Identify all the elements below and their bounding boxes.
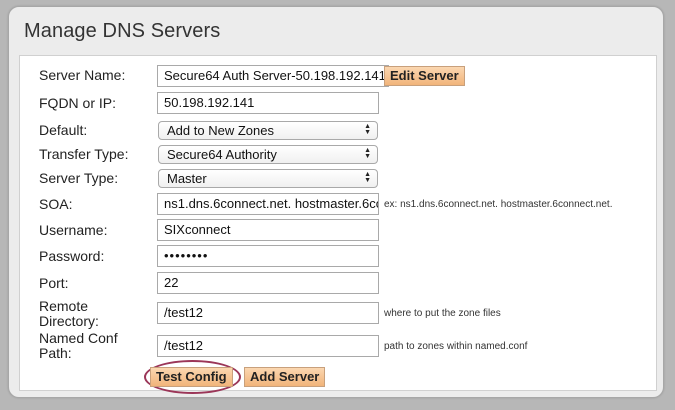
named-conf-path-label-line1: Named Conf <box>39 330 118 346</box>
select-arrows-icon: ▲ ▼ <box>364 171 371 184</box>
soa-label: SOA: <box>39 196 73 212</box>
fqdn-label: FQDN or IP: <box>39 95 117 111</box>
manage-dns-panel: Manage DNS Servers Server Name: Secure64… <box>8 6 664 398</box>
transfer-type-select[interactable]: Secure64 Authority ▲ ▼ <box>158 145 378 164</box>
server-type-selected-value: Master <box>167 171 207 186</box>
password-input[interactable]: •••••••• <box>157 245 379 267</box>
select-arrows-icon: ▲ ▼ <box>364 123 371 136</box>
server-name-label: Server Name: <box>39 67 126 83</box>
transfer-type-selected-value: Secure64 Authority <box>167 147 277 162</box>
server-type-select[interactable]: Master ▲ ▼ <box>158 169 378 188</box>
port-input[interactable]: 22 <box>157 272 379 294</box>
default-select[interactable]: Add to New Zones ▲ ▼ <box>158 121 378 140</box>
port-label: Port: <box>39 275 69 291</box>
named-conf-path-hint: path to zones within named.conf <box>384 341 528 352</box>
server-type-label: Server Type: <box>39 170 119 186</box>
remote-directory-label-line1: Remote <box>39 298 89 314</box>
remote-directory-label-line2: Directory: <box>39 313 99 329</box>
named-conf-path-label: Named Conf Path: <box>39 331 118 361</box>
transfer-type-label: Transfer Type: <box>39 146 129 162</box>
remote-directory-label: Remote Directory: <box>39 299 99 329</box>
dns-server-form: Server Name: Secure64 Auth Server-50.198… <box>19 55 657 394</box>
soa-input[interactable]: ns1.dns.6connect.net. hostmaster.6connec… <box>157 193 379 215</box>
username-input[interactable]: SIXconnect <box>157 219 379 241</box>
select-arrows-icon: ▲ ▼ <box>364 147 371 160</box>
default-label: Default: <box>39 122 88 138</box>
named-conf-path-label-line2: Path: <box>39 345 72 361</box>
soa-hint: ex: ns1.dns.6connect.net. hostmaster.6co… <box>384 199 613 210</box>
remote-directory-hint: where to put the zone files <box>384 308 501 319</box>
fqdn-input[interactable]: 50.198.192.141 <box>157 92 379 114</box>
server-name-input[interactable]: Secure64 Auth Server-50.198.192.141 <box>157 65 389 87</box>
password-label: Password: <box>39 248 105 264</box>
edit-server-button[interactable]: Edit Server <box>384 66 465 86</box>
test-config-button[interactable]: Test Config <box>150 367 233 387</box>
named-conf-path-input[interactable]: /test12 <box>157 335 379 357</box>
username-label: Username: <box>39 222 108 238</box>
remote-directory-input[interactable]: /test12 <box>157 302 379 324</box>
page-title: Manage DNS Servers <box>24 20 221 42</box>
default-selected-value: Add to New Zones <box>167 123 274 138</box>
add-server-button[interactable]: Add Server <box>244 367 326 387</box>
